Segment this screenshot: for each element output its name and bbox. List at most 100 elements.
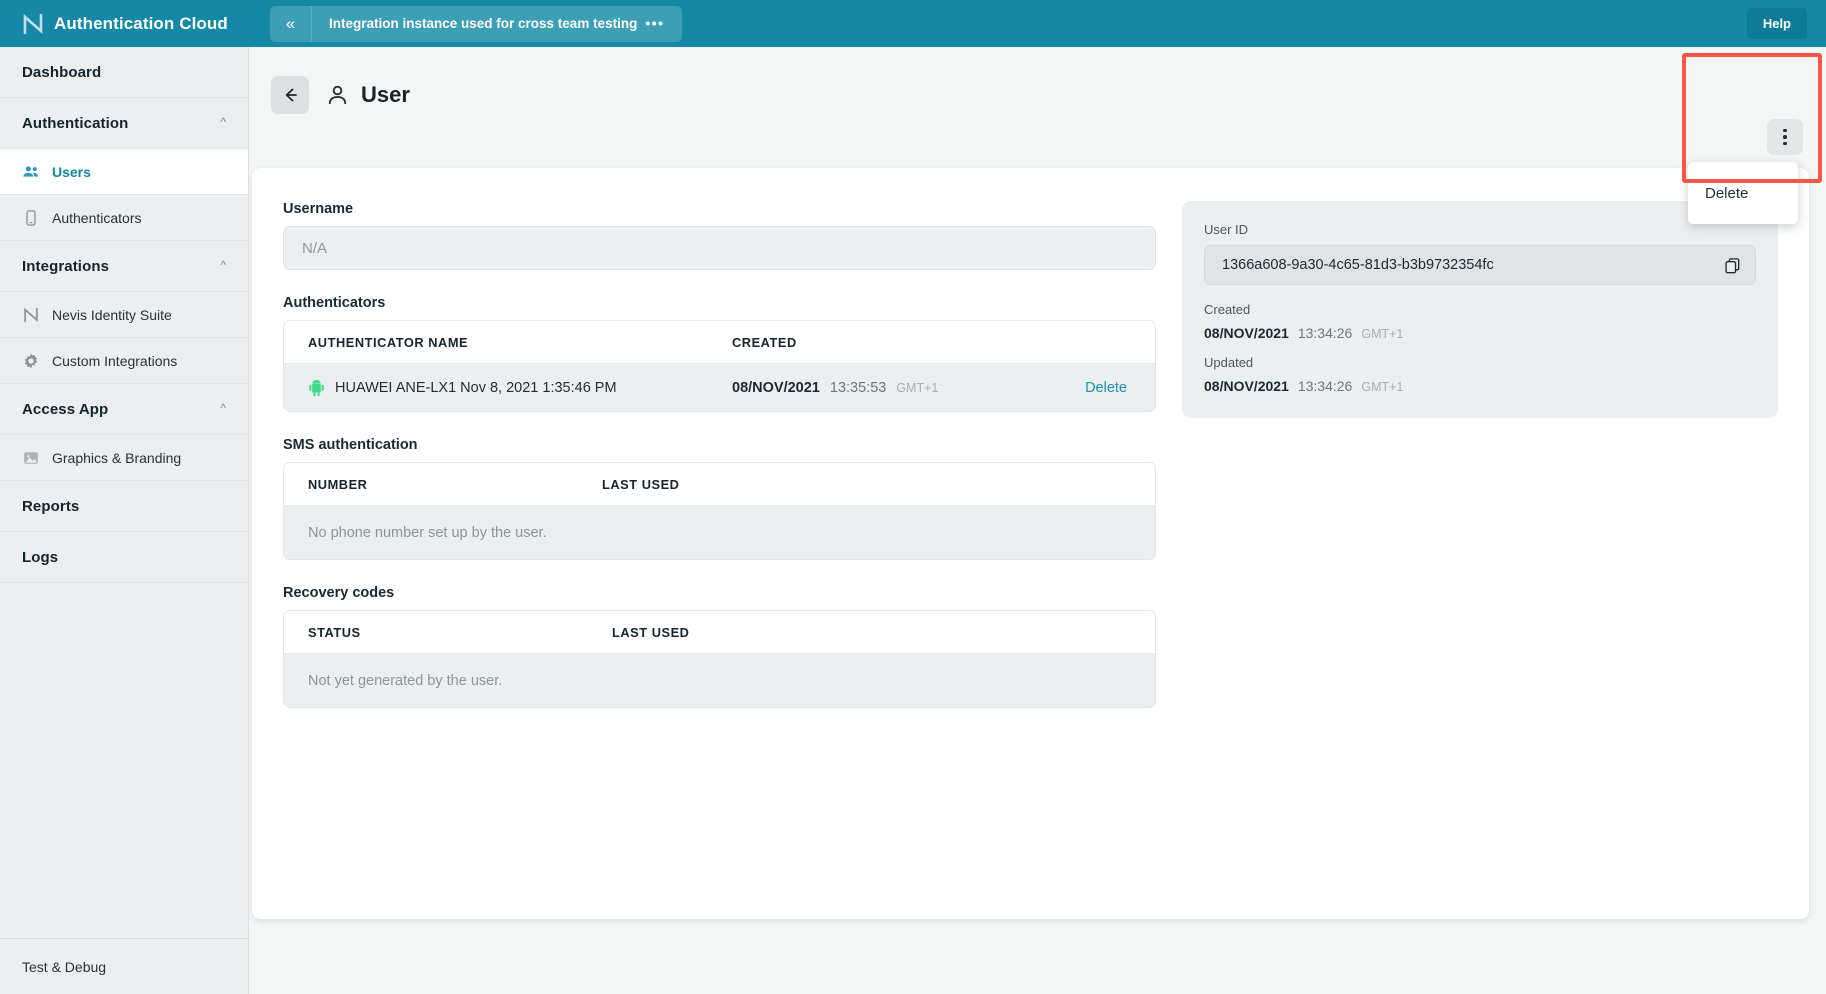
sidebar-label: Dashboard [22,63,102,81]
updated-meta: Updated 08/NOV/2021 13:34:26 GMT+1 [1204,355,1756,394]
sidebar-label: Authentication [22,114,129,132]
mobile-device-icon [26,209,36,226]
created-timezone: GMT+1 [1361,327,1404,341]
updated-label: Updated [1204,355,1254,370]
top-bar: Authentication Cloud « Integration insta… [0,0,1826,47]
updated-value: 08/NOV/2021 13:34:26 GMT+1 [1204,378,1756,394]
recovery-table: STATUS LAST USED Not yet generated by th… [283,610,1156,708]
column-status: STATUS [308,624,361,640]
sidebar-label: Access App [22,400,109,418]
page-title-wrap: User [325,82,410,108]
table-header: AUTHENTICATOR NAME CREATED [284,321,1155,364]
created-date: 08/NOV/2021 [732,379,820,396]
table-row-empty: No phone number set up by the user. [284,506,1155,559]
right-column: User ID 1366a608-9a30-4c65-81d3-b3b97323… [1182,201,1778,708]
person-icon [328,85,347,104]
username-placeholder: N/A [302,239,328,257]
help-button[interactable]: Help [1746,8,1807,39]
chevron-up-icon: ^ [220,115,226,129]
left-column: Username N/A Authenticators AUTHENTICATO… [283,201,1156,708]
instance-name-label: Integration instance used for cross team… [329,16,638,31]
nevis-logo-icon [23,13,43,34]
kebab-dropdown-menu: Delete [1688,162,1798,224]
kebab-dot [1783,135,1787,139]
copy-icon[interactable] [1724,257,1741,274]
table-row-empty: Not yet generated by the user. [284,654,1155,707]
recovery-label: Recovery codes [283,585,395,601]
user-detail-card: Username N/A Authenticators AUTHENTICATO… [252,168,1809,919]
sidebar-item-dashboard[interactable]: Dashboard [0,47,248,98]
sidebar-label: Integrations [22,257,110,275]
people-icon [23,165,39,177]
cell-authenticator-name: HUAWEI ANE-LX1 Nov 8, 2021 1:35:46 PM [284,379,724,397]
username-label: Username [283,201,354,217]
sidebar-item-test-debug[interactable]: Test & Debug [0,938,248,994]
page-header: User [249,47,1826,121]
instance-selector[interactable]: « Integration instance used for cross te… [270,5,682,42]
updated-time: 13:34:26 [1297,378,1353,394]
instance-name-button[interactable]: Integration instance used for cross team… [312,6,682,42]
sidebar: Dashboard Authentication ^ Users Authent… [0,47,249,994]
app-root: Authentication Cloud « Integration insta… [0,0,1826,994]
arrow-left-icon [285,88,297,102]
chevron-up-icon: ^ [220,258,226,272]
cell-action: Delete [1061,380,1155,396]
sidebar-label: Logs [22,548,59,566]
sms-table: NUMBER LAST USED No phone number set up … [283,462,1156,560]
nevis-logo-icon [24,307,38,322]
gear-icon [24,352,38,369]
sidebar-section-authentication[interactable]: Authentication ^ [0,98,248,149]
column-number: NUMBER [308,476,368,492]
sidebar-label: Test & Debug [22,958,107,975]
username-input[interactable]: N/A [283,226,1156,270]
sidebar-label: Authenticators [52,209,142,226]
sidebar-item-reports[interactable]: Reports [0,481,248,532]
image-icon [24,451,38,464]
sidebar-label: Graphics & Branding [52,449,182,466]
created-date: 08/NOV/2021 [1204,325,1289,341]
copy-icon-glyph [1725,257,1740,273]
double-chevron-left-icon[interactable]: « [270,5,312,42]
sidebar-label: Nevis Identity Suite [52,306,172,323]
sidebar-label: Reports [22,497,80,515]
cell-created: 08/NOV/2021 13:35:53 GMT+1 [724,380,938,396]
brand-title: Authentication Cloud [54,13,228,33]
sidebar-item-nevis-identity-suite[interactable]: Nevis Identity Suite [0,292,248,338]
main-content: User Delete Username N/A Authenticators … [249,47,1826,994]
sidebar-scroll: Dashboard Authentication ^ Users Authent… [0,47,248,938]
delete-authenticator-link[interactable]: Delete [1085,380,1127,396]
sms-label: SMS authentication [283,437,418,453]
kebab-menu-icon[interactable] [1767,119,1803,155]
page-title: User [361,82,410,107]
sidebar-label: Users [52,163,91,180]
user-id-field[interactable]: 1366a608-9a30-4c65-81d3-b3b9732354fc [1204,245,1756,285]
authenticators-label: Authenticators [283,295,386,311]
column-last-used: LAST USED [602,476,680,492]
brand[interactable]: Authentication Cloud [0,0,249,47]
sms-empty-text: No phone number set up by the user. [308,524,547,541]
instance-overflow-icon[interactable]: ••• [645,16,664,31]
authenticators-table: AUTHENTICATOR NAME CREATED HUAWEI ANE-LX… [283,320,1156,412]
sidebar-label: Custom Integrations [52,352,178,369]
table-row[interactable]: HUAWEI ANE-LX1 Nov 8, 2021 1:35:46 PM 08… [284,364,1155,411]
table-header: NUMBER LAST USED [284,463,1155,506]
sidebar-item-authenticators[interactable]: Authenticators [0,195,248,241]
sidebar-item-users[interactable]: Users [0,149,248,195]
created-value: 08/NOV/2021 13:34:26 GMT+1 [1204,325,1756,341]
android-icon [309,379,324,396]
sidebar-item-graphics-branding[interactable]: Graphics & Branding [0,435,248,481]
user-info-panel: User ID 1366a608-9a30-4c65-81d3-b3b97323… [1182,201,1778,418]
back-button[interactable] [271,76,309,114]
sidebar-item-custom-integrations[interactable]: Custom Integrations [0,338,248,384]
kebab-dot [1783,128,1787,133]
sidebar-item-logs[interactable]: Logs [0,532,248,583]
menu-item-delete[interactable]: Delete [1688,162,1798,224]
created-label: Created [1204,302,1251,317]
sidebar-section-integrations[interactable]: Integrations ^ [0,241,248,292]
user-id-label: User ID [1204,222,1249,237]
column-last-used: LAST USED [612,624,690,640]
column-authenticator-name: AUTHENTICATOR NAME [308,334,469,350]
recovery-empty-text: Not yet generated by the user. [308,672,503,689]
sidebar-section-access-app[interactable]: Access App ^ [0,384,248,435]
user-id-value: 1366a608-9a30-4c65-81d3-b3b9732354fc [1222,257,1494,273]
